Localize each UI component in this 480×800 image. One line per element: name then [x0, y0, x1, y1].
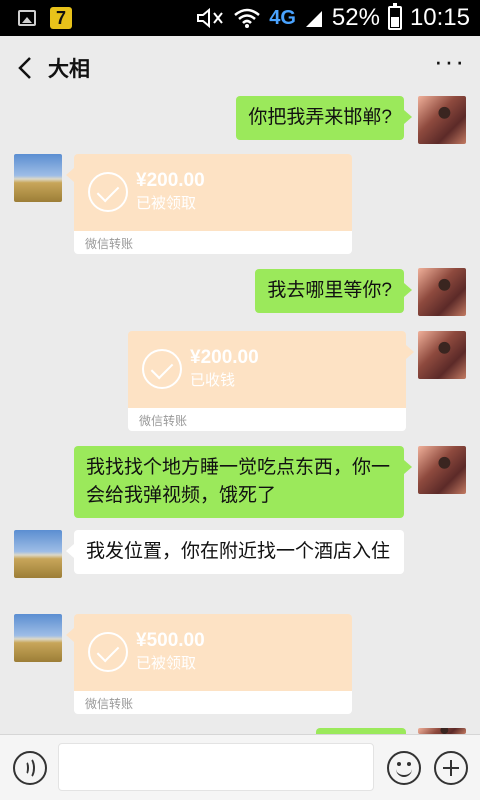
- transfer-label: 微信转账: [139, 414, 188, 428]
- transfer-amount: ¥500.00: [136, 630, 205, 651]
- transfer-status: 已被领取: [136, 655, 197, 672]
- transfer-card-outgoing[interactable]: 微信转账 ¥200.00 已收钱: [128, 331, 414, 431]
- input-bar: [0, 734, 480, 800]
- my-avatar[interactable]: [418, 331, 466, 379]
- transfer-amount: ¥200.00: [136, 170, 205, 191]
- my-avatar[interactable]: [418, 96, 466, 144]
- check-circle-icon: [142, 349, 182, 389]
- transfer-card-incoming[interactable]: 微信转账 ¥200.00 已被领取: [66, 154, 352, 254]
- voice-input-icon[interactable]: [13, 751, 47, 785]
- transfer-label: 微信转账: [85, 697, 134, 711]
- my-avatar[interactable]: [418, 268, 466, 316]
- chat-title: 大相: [48, 58, 90, 81]
- contact-avatar[interactable]: [14, 154, 62, 202]
- contact-avatar[interactable]: [14, 614, 62, 662]
- transfer-label: 微信转账: [85, 237, 134, 251]
- back-arrow-icon[interactable]: [16, 56, 34, 80]
- message-bubble-outgoing[interactable]: 我找找个地方睡一觉吃点东西，你一会给我弹视频，饿死了: [74, 446, 412, 518]
- transfer-status: 已收钱: [190, 372, 236, 389]
- message-bubble-outgoing[interactable]: 你把我弄来邯郸?: [236, 96, 412, 140]
- battery-icon: [387, 3, 402, 30]
- emoji-icon[interactable]: [387, 751, 421, 785]
- chat-header: 大相 ···: [0, 36, 480, 98]
- message-bubble-outgoing[interactable]: 我去哪里等你?: [255, 269, 412, 313]
- status-bar: 7 4G 52% 10:15: [0, 0, 480, 36]
- image-notification-icon: [18, 10, 36, 26]
- transfer-status: 已被领取: [136, 195, 197, 212]
- app-notification-icon: 7: [50, 7, 72, 29]
- check-circle-icon: [88, 632, 128, 672]
- message-bubble-incoming[interactable]: 我发位置，你在附近找一个酒店入住: [66, 530, 404, 574]
- message-input[interactable]: [58, 743, 374, 791]
- clock: 10:15: [409, 4, 470, 31]
- transfer-amount: ¥200.00: [190, 347, 259, 368]
- plus-icon[interactable]: [434, 751, 468, 785]
- network-type-label: 4G: [269, 6, 296, 29]
- my-avatar[interactable]: [418, 446, 466, 494]
- signal-icon: [305, 11, 322, 27]
- wifi-icon: [234, 8, 261, 28]
- mute-icon: [197, 7, 223, 29]
- transfer-card-incoming[interactable]: 微信转账 ¥500.00 已被领取: [66, 614, 352, 714]
- check-circle-icon: [88, 172, 128, 212]
- contact-avatar[interactable]: [14, 530, 62, 578]
- battery-percent: 52%: [331, 4, 380, 31]
- more-options-icon[interactable]: ···: [434, 48, 464, 76]
